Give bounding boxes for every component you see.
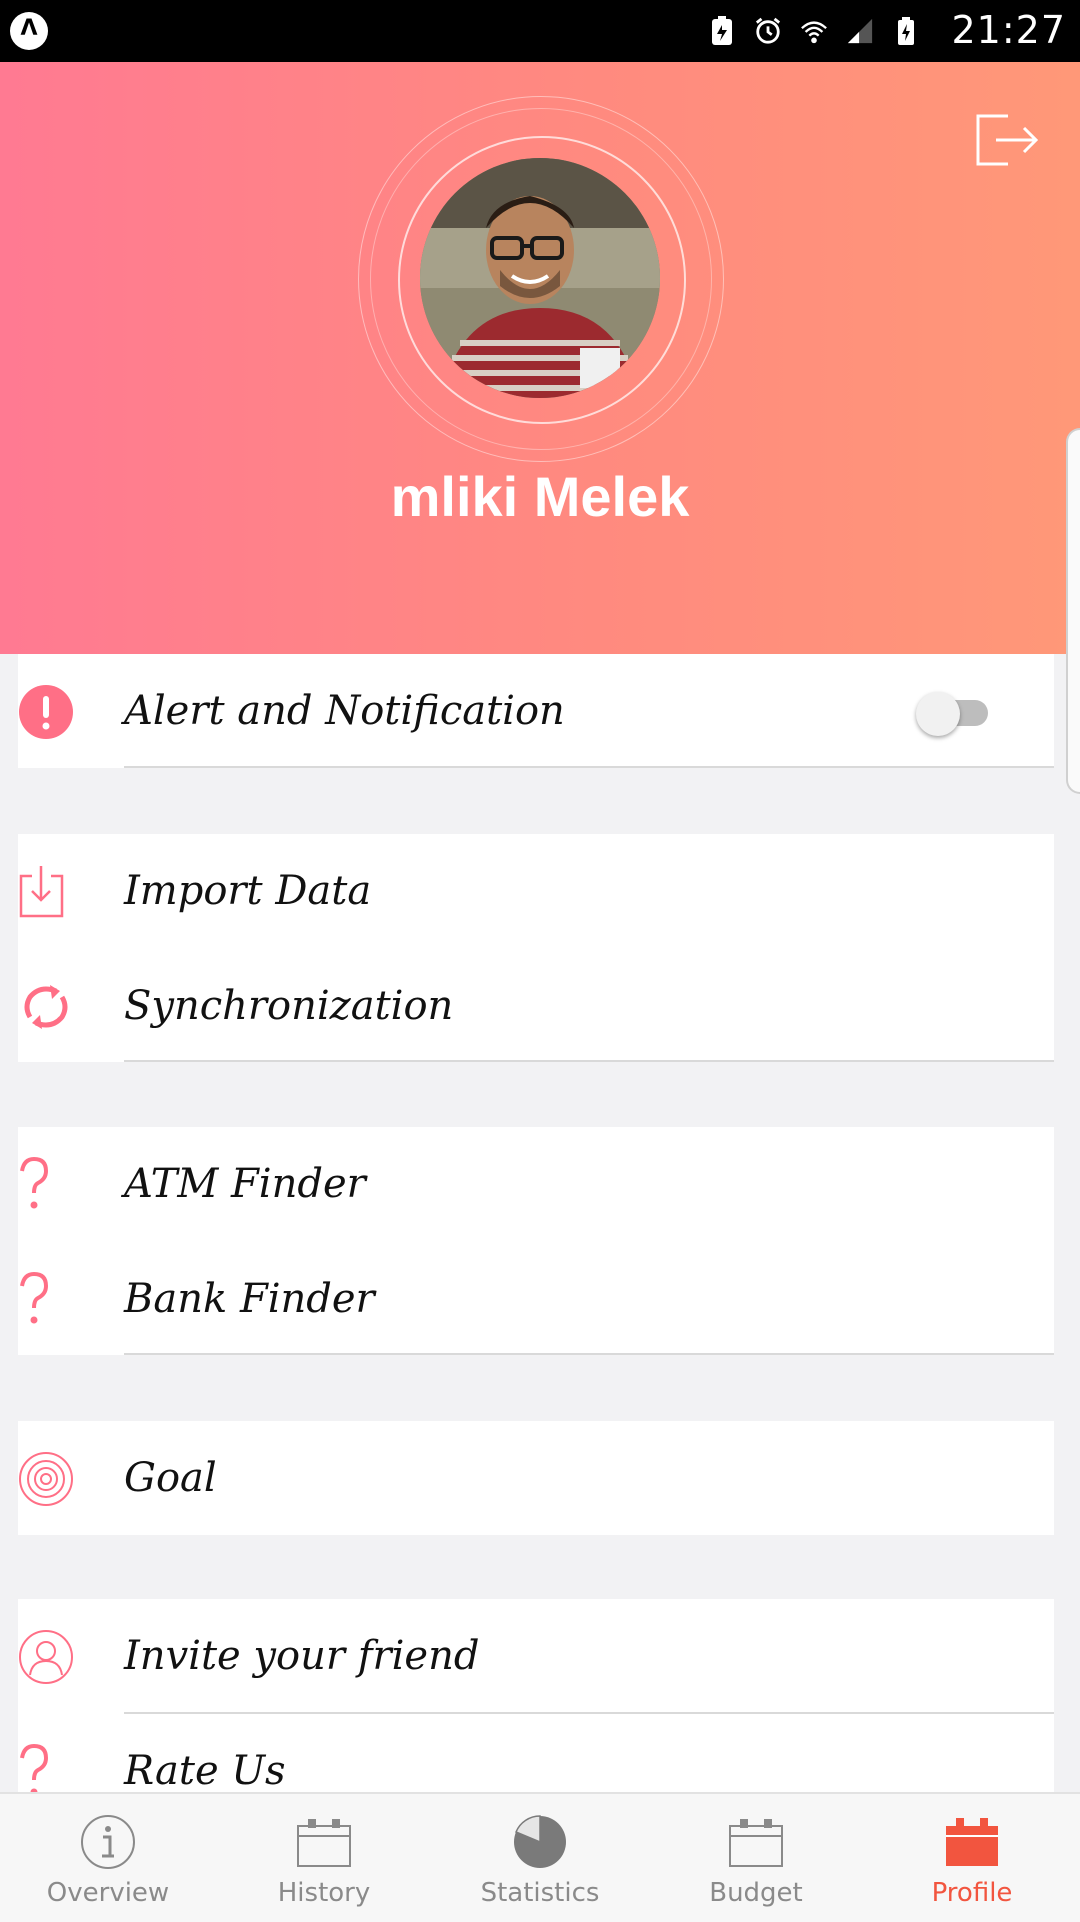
profile-name: mliki Melek [390,465,690,528]
settings-group-social: Invite your friend Rate Us [18,1599,1054,1796]
tab-statistics[interactable]: Statistics [432,1794,648,1922]
bank-finder-label: Bank Finder [124,1276,375,1322]
tab-overview-label: Overview [46,1878,170,1908]
tab-overview[interactable]: Overview [0,1794,216,1922]
briefcase-icon [297,1819,351,1867]
invite-friend-row[interactable]: Invite your friend [18,1599,1054,1714]
profile-header: mliki Melek [0,62,1080,654]
question-icon [20,1157,49,1209]
calendar-icon [946,1818,998,1866]
pie-chart-icon [514,1815,566,1868]
tab-profile-label: Profile [931,1878,1013,1908]
tab-budget[interactable]: Budget [648,1794,864,1922]
bottom-navigation: Overview History Statistics Budget Profi… [0,1792,1080,1922]
tab-history-label: History [277,1878,371,1908]
atm-finder-label: ATM Finder [124,1161,366,1207]
tab-statistics-label: Statistics [480,1878,600,1908]
status-bar: Λ 21:27 [0,0,1080,62]
alarm-icon [755,17,781,44]
goal-label: Goal [124,1455,217,1501]
sync-icon [24,985,68,1029]
import-data-row[interactable]: Import Data [18,834,1054,949]
alert-notification-row[interactable]: Alert and Notification [18,654,1054,769]
battery-icon [898,17,914,45]
goal-row[interactable]: Goal [18,1421,1054,1536]
user-icon [19,1630,73,1684]
avatar[interactable] [420,158,660,398]
logout-icon[interactable] [974,112,1040,168]
battery-saver-icon [712,16,732,45]
settings-group-finders: ATM Finder Bank Finder [18,1127,1054,1355]
alert-notification-toggle[interactable] [916,692,992,736]
tab-history[interactable]: History [216,1794,432,1922]
tab-budget-label: Budget [709,1878,803,1908]
invite-friend-label: Invite your friend [124,1633,480,1679]
divider [124,766,1054,768]
app-notification-icon: Λ [10,12,48,50]
status-icons [708,14,920,48]
question-icon [20,1272,49,1324]
atm-finder-row[interactable]: ATM Finder [18,1127,1054,1242]
target-icon [19,1452,73,1506]
briefcase-icon [729,1819,783,1867]
settings-group-data: Import Data Synchronization [18,834,1054,1062]
synchronization-row[interactable]: Synchronization [18,949,1054,1064]
clock: 21:27 [951,8,1066,52]
alert-notification-label: Alert and Notification [124,688,565,734]
divider [124,1060,1054,1062]
import-data-label: Import Data [124,868,372,914]
toggle-thumb [916,692,960,736]
synchronization-label: Synchronization [124,983,454,1029]
wifi-icon [801,21,827,44]
divider [124,1353,1054,1355]
settings-group-goal: Goal [18,1421,1054,1535]
edge-panel-handle[interactable] [1066,428,1080,794]
info-icon [81,1815,135,1869]
tab-profile[interactable]: Profile [864,1794,1080,1922]
download-icon [19,866,64,918]
exclamation-icon [19,685,73,739]
rate-us-label: Rate Us [124,1748,286,1794]
bank-finder-row[interactable]: Bank Finder [18,1242,1054,1357]
settings-group-alerts: Alert and Notification [18,654,1054,768]
avatar-photo [420,158,660,398]
signal-icon [847,18,873,44]
